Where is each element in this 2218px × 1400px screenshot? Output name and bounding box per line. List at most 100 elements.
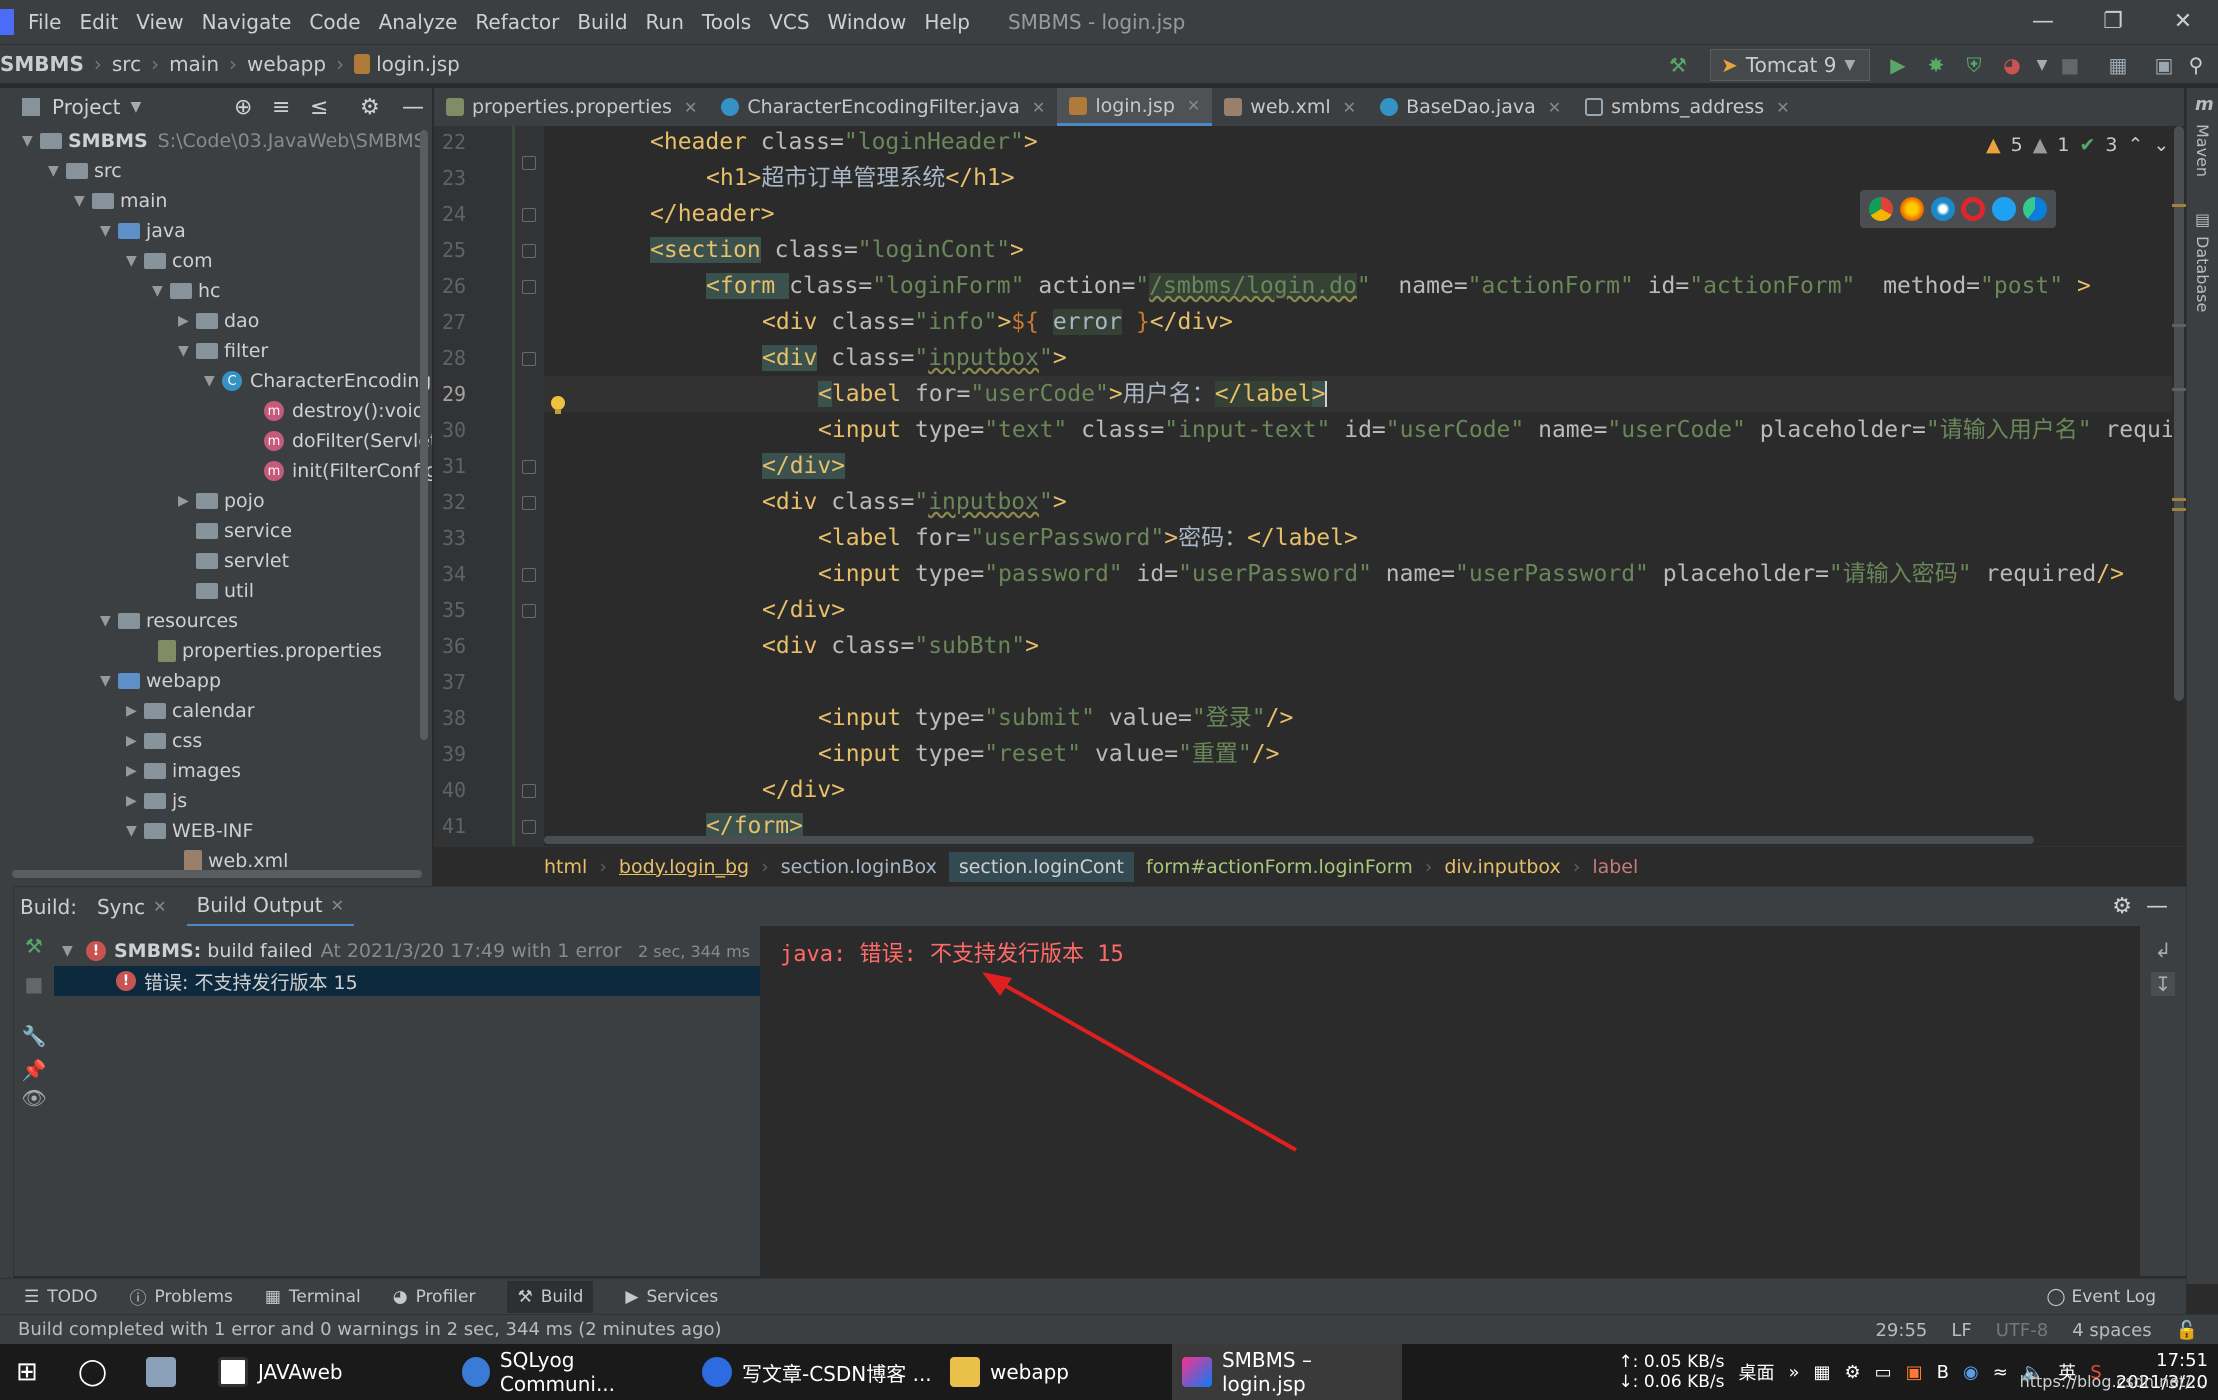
editor-horizontal-scrollbar[interactable] bbox=[544, 836, 2034, 844]
chevron-up-icon[interactable]: ⌃ bbox=[2127, 134, 2143, 156]
tree-item-dao[interactable]: ▶ dao bbox=[178, 306, 259, 336]
database-icon[interactable]: ▤ bbox=[2195, 210, 2210, 229]
crumb-html[interactable]: html bbox=[544, 856, 587, 878]
nav-crumb-file[interactable]: login.jsp bbox=[376, 52, 460, 76]
pin-icon[interactable]: 📌 bbox=[22, 1058, 47, 1082]
warning-stripe[interactable] bbox=[2172, 508, 2186, 511]
build-result-row[interactable]: ▼ ! SMBMS: build failed At 2021/3/20 17:… bbox=[54, 936, 760, 966]
database-tool-button[interactable]: Database bbox=[2193, 236, 2212, 312]
status-message[interactable]: Build completed with 1 error and 0 warni… bbox=[18, 1319, 722, 1340]
gear-icon[interactable]: ⚙ bbox=[2112, 894, 2132, 919]
fold-marker-icon[interactable] bbox=[522, 244, 536, 258]
tree-item-src[interactable]: ▼ src bbox=[48, 156, 122, 186]
restore-icon[interactable]: ❐ bbox=[2078, 0, 2148, 44]
taskbar-app-sqlyog[interactable]: SQLyog Communi... bbox=[452, 1344, 682, 1400]
search-everywhere-icon[interactable]: ⚲ bbox=[2184, 53, 2208, 77]
close-tab-icon[interactable]: ✕ bbox=[1548, 98, 1561, 117]
tree-item-webapp[interactable]: ▼ webapp bbox=[100, 666, 221, 696]
ime-toolbar-icon[interactable]: ▣ bbox=[1906, 1362, 1923, 1383]
menu-analyze[interactable]: Analyze bbox=[379, 10, 458, 34]
tab-properties[interactable]: properties.properties ✕ bbox=[434, 88, 709, 126]
tool-build[interactable]: ⚒ Build bbox=[507, 1280, 594, 1313]
inspection-widget[interactable]: ▲ 5 ▲ 1 ✔ 3 ⌃ ⌄ bbox=[1986, 134, 2169, 156]
tree-item-method[interactable]: m init(FilterConfig):void bbox=[264, 456, 432, 486]
project-vertical-scrollbar[interactable] bbox=[420, 130, 428, 740]
close-tab-icon[interactable]: ✕ bbox=[331, 896, 344, 915]
fold-marker-icon[interactable] bbox=[522, 352, 536, 366]
menu-code[interactable]: Code bbox=[309, 10, 360, 34]
tree-item-java[interactable]: ▼ java bbox=[100, 216, 186, 246]
desktop-toolbar[interactable]: 桌面 bbox=[1738, 1359, 1774, 1385]
tree-item-main[interactable]: ▼ main bbox=[74, 186, 167, 216]
taskbar-app-webapp[interactable]: webapp bbox=[940, 1344, 1160, 1400]
project-structure-icon[interactable]: ▦ bbox=[2106, 53, 2130, 77]
fold-marker-icon[interactable] bbox=[522, 156, 536, 170]
warning-stripe[interactable] bbox=[2172, 204, 2186, 207]
run-configuration-select[interactable]: ➤ Tomcat 9 ▼ bbox=[1710, 49, 1870, 81]
event-log-button[interactable]: ◯ Event Log bbox=[2047, 1287, 2157, 1307]
scroll-to-end-icon[interactable]: ↧ bbox=[2151, 972, 2175, 996]
close-tab-icon[interactable]: ✕ bbox=[1032, 98, 1045, 117]
more-run-chevron-icon[interactable]: ▼ bbox=[2030, 53, 2054, 77]
taskbar-app-csdn[interactable]: 写文章-CSDN博客 ... bbox=[692, 1344, 932, 1400]
menu-file[interactable]: File bbox=[28, 10, 61, 34]
build-hammer-icon[interactable]: ⚒ bbox=[1666, 53, 1690, 77]
wifi-icon[interactable]: ≈ bbox=[1993, 1362, 2008, 1383]
tab-build-output[interactable]: Build Output ✕ bbox=[186, 887, 355, 927]
nav-crumb-src[interactable]: src bbox=[112, 52, 141, 76]
stop-icon[interactable]: ■ bbox=[2058, 53, 2082, 77]
tool-profiler[interactable]: ◕ Profiler bbox=[393, 1287, 476, 1307]
nav-crumb-webapp[interactable]: webapp bbox=[247, 52, 326, 76]
close-tab-icon[interactable]: ✕ bbox=[153, 897, 166, 916]
tree-item-com[interactable]: ▼ com bbox=[126, 246, 213, 276]
tree-item-method[interactable]: m doFilter(ServletRequest bbox=[264, 426, 432, 456]
tree-item-root[interactable]: ▼ SMBMS S:\Code\03.JavaWeb\SMBMS bbox=[22, 126, 426, 156]
bold-b-icon[interactable]: B bbox=[1937, 1362, 1949, 1383]
tab-smbms-address[interactable]: smbms_address ✕ bbox=[1573, 88, 1801, 126]
internet-explorer-icon[interactable] bbox=[1991, 197, 2016, 221]
build-output-console[interactable]: java: 错误: 不支持发行版本 15 bbox=[760, 926, 2140, 1276]
expand-all-icon[interactable]: ≡ bbox=[272, 95, 290, 120]
tool-services[interactable]: ▶ Services bbox=[625, 1287, 718, 1307]
tree-item-images[interactable]: ▶ images bbox=[126, 756, 241, 786]
firefox-icon[interactable] bbox=[1899, 197, 1924, 221]
crumb-section-logincont[interactable]: section.loginCont bbox=[948, 851, 1134, 882]
caret-position[interactable]: 29:55 bbox=[1875, 1320, 1927, 1341]
maven-icon[interactable]: m bbox=[2195, 94, 2214, 115]
tray-app-icon[interactable]: ⚙ bbox=[1845, 1362, 1861, 1383]
safari-icon[interactable] bbox=[1930, 197, 1955, 221]
file-encoding[interactable]: UTF-8 bbox=[1996, 1320, 2048, 1341]
nav-crumb-main[interactable]: main bbox=[169, 52, 219, 76]
chevron-up-icon[interactable]: » bbox=[1788, 1362, 1799, 1383]
tree-item-pojo[interactable]: ▶ pojo bbox=[178, 486, 265, 516]
line-separator[interactable]: LF bbox=[1951, 1320, 1971, 1341]
crumb-div-inputbox[interactable]: div.inputbox bbox=[1444, 856, 1560, 878]
scrollbar-thumb[interactable] bbox=[2174, 126, 2184, 701]
fold-marker-icon[interactable] bbox=[522, 568, 536, 582]
close-tab-icon[interactable]: ✕ bbox=[684, 98, 697, 117]
task-view-button[interactable] bbox=[136, 1344, 176, 1400]
tree-item-hc[interactable]: ▼ hc bbox=[152, 276, 221, 306]
fold-marker-icon[interactable] bbox=[522, 784, 536, 798]
tree-item-method[interactable]: m destroy():void bbox=[264, 396, 425, 426]
chevron-down-icon[interactable]: ⌄ bbox=[2153, 134, 2169, 156]
tool-terminal[interactable]: ▦ Terminal bbox=[265, 1287, 361, 1307]
chrome-icon[interactable] bbox=[1869, 197, 1894, 221]
menu-edit[interactable]: Edit bbox=[79, 10, 118, 34]
fold-marker-icon[interactable] bbox=[522, 496, 536, 510]
tree-item-filter[interactable]: ▼ filter bbox=[178, 336, 268, 366]
indent-setting[interactable]: 4 spaces bbox=[2072, 1320, 2151, 1341]
build-error-row[interactable]: ! 错误: 不支持发行版本 15 bbox=[54, 966, 760, 996]
info-stripe[interactable] bbox=[2172, 388, 2186, 391]
menu-navigate[interactable]: Navigate bbox=[202, 10, 292, 34]
crumb-form[interactable]: form#actionForm.loginForm bbox=[1146, 856, 1413, 878]
tool-problems[interactable]: ⓘ Problems bbox=[130, 1284, 233, 1310]
tree-item-calendar[interactable]: ▶ calendar bbox=[126, 696, 255, 726]
close-window-icon[interactable]: ✕ bbox=[2148, 0, 2218, 44]
menu-vcs[interactable]: VCS bbox=[769, 10, 809, 34]
fold-marker-icon[interactable] bbox=[522, 208, 536, 222]
battery-icon[interactable]: ▭ bbox=[1875, 1362, 1892, 1383]
coverage-icon[interactable]: ⛨ bbox=[1962, 53, 1986, 77]
fold-marker-icon[interactable] bbox=[522, 460, 536, 474]
opera-icon[interactable] bbox=[1961, 197, 1986, 221]
